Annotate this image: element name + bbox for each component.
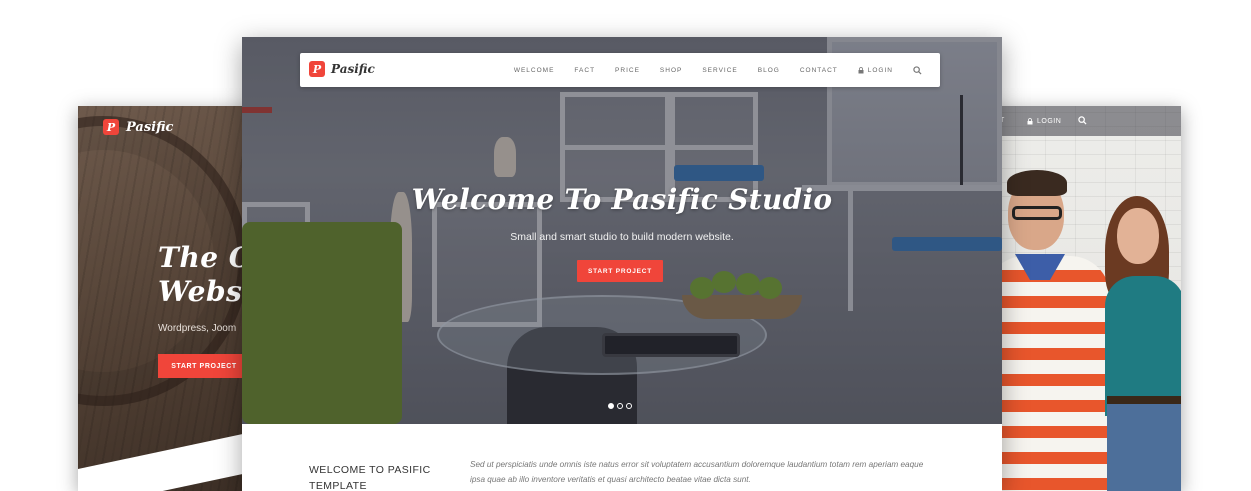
nav-login-link[interactable]: LOGIN xyxy=(858,67,893,74)
hero-title: Welcome To Pasific Studio xyxy=(411,183,833,216)
template-showcase: P Pasific The On Websit Wordpress, Joom … xyxy=(0,0,1251,491)
search-icon[interactable] xyxy=(913,65,922,75)
man-shirt xyxy=(985,256,1110,491)
main-template-preview[interactable]: P Pasific WELCOME FACT PRICE SHOP SERVIC… xyxy=(242,37,1002,491)
lock-icon xyxy=(1027,118,1033,125)
man-hair xyxy=(1007,170,1067,196)
right-login-label: LOGIN xyxy=(1037,118,1062,125)
main-logo[interactable]: P Pasific xyxy=(309,61,375,77)
left-brand-name: Pasific xyxy=(126,119,174,135)
left-hero-subtitle: Wordpress, Joom xyxy=(158,323,237,334)
hero-subtitle: Small and smart studio to build modern w… xyxy=(510,231,734,243)
start-project-button[interactable]: START PROJECT xyxy=(577,260,663,282)
main-brand-name: Pasific xyxy=(331,62,375,76)
nav-item-contact[interactable]: CONTACT xyxy=(800,67,838,74)
nav-item-service[interactable]: SERVICE xyxy=(702,67,737,74)
intro-paragraph: Sed ut perspiciatis unde omnis iste natu… xyxy=(470,460,924,484)
nav-item-welcome[interactable]: WELCOME xyxy=(514,67,555,74)
intro-section: WELCOME TO PASIFIC TEMPLATE Sed ut persp… xyxy=(242,424,1002,491)
left-bottom-edge xyxy=(78,426,268,491)
nav-item-shop[interactable]: SHOP xyxy=(660,67,682,74)
nav-item-fact[interactable]: FACT xyxy=(574,67,595,74)
woman-face xyxy=(1117,208,1159,264)
woman-belt xyxy=(1107,396,1181,404)
search-icon[interactable] xyxy=(1078,116,1087,125)
slider-dot-1[interactable] xyxy=(608,403,614,409)
left-logo[interactable]: P Pasific xyxy=(103,119,173,135)
woman-top xyxy=(1105,276,1181,416)
lock-icon xyxy=(858,66,864,73)
hero-section: P Pasific WELCOME FACT PRICE SHOP SERVIC… xyxy=(242,37,1002,424)
nav-login-label: LOGIN xyxy=(867,66,893,74)
main-menu: WELCOME FACT PRICE SHOP SERVICE BLOG CON… xyxy=(494,53,922,87)
logo-icon: P xyxy=(309,61,325,77)
left-start-project-button[interactable]: START PROJECT xyxy=(158,354,250,378)
main-navbar: P Pasific WELCOME FACT PRICE SHOP SERVIC… xyxy=(300,53,940,87)
woman-jeans xyxy=(1107,401,1181,491)
intro-heading: WELCOME TO PASIFIC TEMPLATE xyxy=(309,464,431,491)
right-login-link[interactable]: LOGIN xyxy=(1027,118,1061,125)
slider-dot-2[interactable] xyxy=(617,403,623,409)
slider-dot-3[interactable] xyxy=(626,403,632,409)
nav-item-price[interactable]: PRICE xyxy=(615,67,640,74)
nav-item-blog[interactable]: BLOG xyxy=(758,67,780,74)
man-glasses xyxy=(1012,206,1062,220)
left-template-preview[interactable]: P Pasific The On Websit Wordpress, Joom … xyxy=(78,106,268,491)
right-template-preview[interactable]: T LOGIN xyxy=(985,106,1181,491)
slider-dots xyxy=(608,403,632,409)
logo-icon: P xyxy=(103,119,119,135)
